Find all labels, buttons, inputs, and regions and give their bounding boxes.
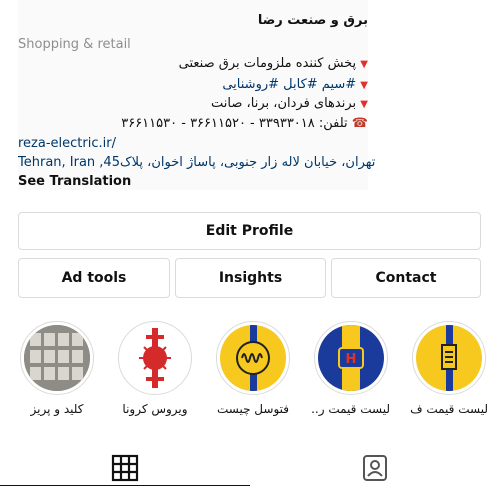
highlight-label: لیست قیمت ر...: [312, 402, 390, 416]
highlight-price-list-r[interactable]: H لیست قیمت ر...: [312, 321, 390, 416]
red-triangle-icon: ▼: [360, 99, 368, 110]
profile-link[interactable]: reza-electric.ir/: [18, 136, 116, 151]
highlight-ring: [118, 321, 192, 395]
insights-button[interactable]: Insights: [175, 258, 326, 298]
profile-bio: برق و صنعت رضا Shopping & retail ▼ پخش ک…: [18, 0, 375, 190]
active-tab-indicator: [0, 485, 250, 486]
profile-tabs: [0, 440, 500, 500]
highlight-switches[interactable]: کلید و پریز: [18, 321, 96, 416]
highlight-thumbnail: H: [318, 325, 384, 391]
highlight-photocell[interactable]: فتوسل چیست: [214, 321, 292, 416]
profile-address[interactable]: Tehran, Iran ,45تهران، خیابان لاله زار ج…: [18, 155, 375, 170]
tagged-icon[interactable]: [359, 452, 391, 484]
red-triangle-icon: ▼: [360, 80, 368, 91]
highlight-price-list-f[interactable]: لیست قیمت ف...: [410, 321, 488, 416]
highlight-corona[interactable]: ویروس کرونا: [116, 321, 194, 416]
bio-line: ▼ پخش کننده ملزومات برق صنعتی: [178, 56, 368, 71]
highlight-label: فتوسل چیست: [216, 402, 290, 416]
highlight-ring: [216, 321, 290, 395]
red-triangle-icon: ▼: [360, 59, 368, 70]
svg-text:H: H: [346, 352, 357, 367]
highlight-thumbnail: [24, 325, 90, 391]
highlight-ring: [20, 321, 94, 395]
profile-name: برق و صنعت رضا: [257, 13, 368, 28]
highlight-thumbnail: [122, 325, 188, 391]
grid-icon[interactable]: [109, 452, 141, 484]
bio-phone-line: ☎ تلفن: ۳۳۹۳۳۰۱۸ - ۳۶۶۱۱۵۲۰ - ۳۶۶۱۱۵۳۰: [121, 116, 368, 131]
highlight-thumbnail: [416, 325, 482, 391]
bio-hashtags[interactable]: ▼ #سیم #کابل #روشنایی: [222, 77, 368, 92]
highlight-ring: [412, 321, 486, 395]
see-translation-link[interactable]: See Translation: [18, 174, 131, 189]
phone-icon: ☎: [351, 116, 368, 131]
highlight-label: ویروس کرونا: [122, 402, 188, 416]
highlight-thumbnail: [220, 325, 286, 391]
bio-line: ▼ برندهای فردان، برنا، صانت: [211, 96, 368, 111]
highlight-label: لیست قیمت ف...: [410, 402, 488, 416]
highlight-ring: H: [314, 321, 388, 395]
edit-profile-button[interactable]: Edit Profile: [18, 212, 481, 250]
profile-category: Shopping & retail: [18, 37, 131, 52]
ad-tools-button[interactable]: Ad tools: [18, 258, 170, 298]
highlight-label: کلید و پریز: [30, 402, 84, 416]
contact-button[interactable]: Contact: [331, 258, 481, 298]
